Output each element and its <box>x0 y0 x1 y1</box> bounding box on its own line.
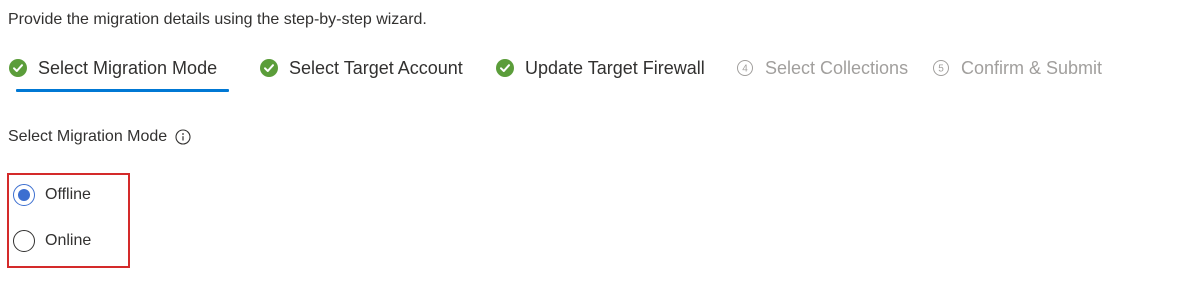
radio-online[interactable]: Online <box>13 230 91 252</box>
migration-mode-label: Select Migration Mode <box>8 128 168 145</box>
step-number-icon: 4 <box>735 50 755 86</box>
radio-unchecked-icon <box>13 230 35 252</box>
step-select-target-account[interactable]: Select Target Account <box>259 50 463 92</box>
step-label: Confirm & Submit <box>961 58 1103 78</box>
check-circle-icon <box>495 50 515 86</box>
check-circle-icon <box>259 50 279 86</box>
info-icon[interactable] <box>175 129 191 145</box>
wizard-intro-text: Provide the migration details using the … <box>8 11 427 28</box>
svg-text:4: 4 <box>742 64 748 75</box>
svg-text:5: 5 <box>938 64 944 75</box>
step-label: Update Target Firewall <box>525 58 705 78</box>
migration-mode-field: Select Migration Mode <box>8 128 191 146</box>
step-update-target-firewall[interactable]: Update Target Firewall <box>495 50 705 92</box>
radio-checked-icon <box>13 184 35 206</box>
step-select-migration-mode[interactable]: Select Migration Mode <box>8 50 229 92</box>
step-number-icon: 5 <box>931 50 951 86</box>
migration-wizard: Provide the migration details using the … <box>0 0 1198 284</box>
active-step-underline <box>16 89 229 92</box>
radio-label: Online <box>45 232 92 249</box>
step-label: Select Migration Mode <box>38 58 218 78</box>
step-select-collections[interactable]: 4 Select Collections <box>735 50 908 92</box>
step-confirm-submit[interactable]: 5 Confirm & Submit <box>931 50 1102 92</box>
radio-offline[interactable]: Offline <box>13 184 91 206</box>
wizard-steps: Select Migration Mode Select Target Acco… <box>0 50 1198 92</box>
radio-label: Offline <box>45 186 91 203</box>
step-label: Select Target Account <box>289 58 463 78</box>
step-label: Select Collections <box>765 58 909 78</box>
check-circle-icon <box>8 50 28 86</box>
